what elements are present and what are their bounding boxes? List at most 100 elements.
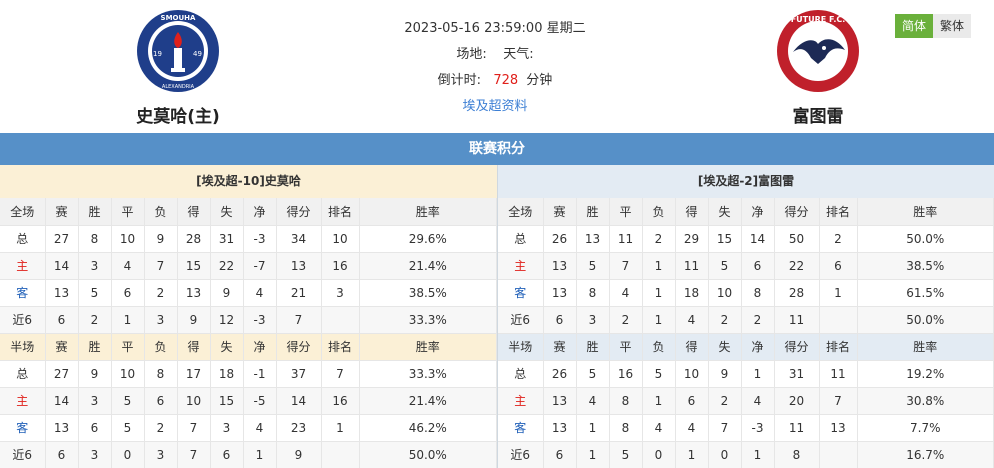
- table-row: 主 13 5 7 1 11 5 6 22 6 38.5%: [498, 252, 994, 280]
- column-header: 负: [642, 198, 676, 226]
- away-standings-panel: [埃及超-2]富图雷 全场赛胜平负得失净得分 排名 胜率总 26 13 11 2 29 15 14…: [497, 165, 994, 468]
- table-cell: 7: [144, 252, 178, 280]
- match-datetime: 2023-05-16 23:59:00 星期二: [404, 21, 586, 36]
- table-cell: 7: [177, 441, 211, 468]
- table-cell: 14: [45, 387, 79, 415]
- table-cell: 27: [45, 360, 79, 388]
- column-header: 得分: [774, 333, 820, 361]
- table-cell: 2: [144, 414, 178, 442]
- table-row: 近6 6 3 2 1 4 2 2 11 50.0%: [498, 306, 994, 334]
- table-cell: 1: [243, 441, 277, 468]
- logo-text-bottom: ALEXANDRIA: [162, 84, 195, 90]
- table-cell: 11: [774, 306, 820, 334]
- column-header: 得: [177, 198, 211, 226]
- table-cell: 16: [609, 360, 643, 388]
- table-cell: 7.7%: [857, 414, 994, 442]
- table-cell: 5: [609, 441, 643, 468]
- table-cell: 7: [819, 387, 858, 415]
- table-cell: 10: [321, 225, 360, 253]
- column-header: 全场: [0, 198, 46, 226]
- away-standings-team-bar: [埃及超-2]富图雷: [498, 165, 994, 198]
- table-cell: 1: [642, 306, 676, 334]
- column-header: 胜率: [359, 333, 497, 361]
- column-header: 胜: [78, 198, 112, 226]
- table-cell: 29.6%: [359, 225, 497, 253]
- column-header: 赛: [45, 333, 79, 361]
- away-team-name[interactable]: 富图雷: [738, 102, 898, 127]
- home-standings-table: 全场赛胜平负得失净得分 排名 胜率总 27 8 10 9 28 31 -3 34 10 29.6% 主 14…: [0, 198, 497, 468]
- table-cell: 13: [576, 225, 610, 253]
- column-header: 半场: [498, 333, 544, 361]
- table-cell: 3: [144, 441, 178, 468]
- column-header: 平: [111, 198, 145, 226]
- countdown-value: 728: [493, 73, 519, 88]
- table-cell: 3: [78, 252, 112, 280]
- table-cell: 18: [210, 360, 244, 388]
- table-cell: 13: [543, 414, 577, 442]
- table-cell: 10: [708, 279, 742, 307]
- table-header-row: 全场赛胜平负得失净得分 排名 胜率: [498, 198, 994, 226]
- table-cell: 4: [609, 279, 643, 307]
- table-cell: 6: [543, 306, 577, 334]
- lang-simplified-button[interactable]: 简体: [895, 14, 933, 38]
- row-label: 近6: [0, 441, 46, 468]
- table-cell: 11: [774, 414, 820, 442]
- table-cell: 14: [741, 225, 775, 253]
- table-row: 近6 6 3 0 3 7 6 1 9 50.0%: [0, 441, 497, 468]
- column-header: 失: [210, 333, 244, 361]
- table-cell: 6: [675, 387, 709, 415]
- away-team: FUTURE F.C. 富图雷: [738, 8, 898, 127]
- table-cell: 15: [708, 225, 742, 253]
- column-header: 排名: [321, 333, 360, 361]
- league-info-link[interactable]: 埃及超资料: [462, 99, 527, 114]
- table-row: 总 27 8 10 9 28 31 -3 34 10 29.6%: [0, 225, 497, 253]
- table-cell: 6: [45, 441, 79, 468]
- row-label: 客: [498, 279, 544, 307]
- countdown: 倒计时: 728 分钟: [370, 68, 620, 94]
- column-header: 平: [609, 198, 643, 226]
- table-row: 近6 6 2 1 3 9 12 -3 7 33.3%: [0, 306, 497, 334]
- table-cell: 15: [210, 387, 244, 415]
- row-label: 总: [0, 360, 46, 388]
- table-cell: 6: [543, 441, 577, 468]
- row-label: 总: [0, 225, 46, 253]
- table-cell: 33.3%: [359, 306, 497, 334]
- column-header: 得: [675, 333, 709, 361]
- table-cell: 2: [642, 225, 676, 253]
- row-label: 主: [498, 387, 544, 415]
- column-header: 失: [210, 198, 244, 226]
- table-row: 客 13 6 5 2 7 3 4 23 1 46.2%: [0, 414, 497, 442]
- table-cell: 26: [543, 225, 577, 253]
- table-cell: 20: [774, 387, 820, 415]
- countdown-label: 倒计时:: [437, 73, 482, 88]
- table-cell: 7: [609, 252, 643, 280]
- table-cell: 13: [543, 279, 577, 307]
- table-row: 主 13 4 8 1 6 2 4 20 7 30.8%: [498, 387, 994, 415]
- lang-traditional-button[interactable]: 繁体: [933, 14, 971, 38]
- column-header: 全场: [498, 198, 544, 226]
- table-cell: 6: [741, 252, 775, 280]
- column-header: 排名: [819, 333, 858, 361]
- table-row: 总 26 13 11 2 29 15 14 50 2 50.0%: [498, 225, 994, 253]
- home-team-logo: 19 49 SMOUHA ALEXANDRIA: [137, 10, 219, 92]
- column-header: 平: [111, 333, 145, 361]
- table-cell: 13: [177, 279, 211, 307]
- column-header: 净: [243, 333, 277, 361]
- table-cell: 7: [177, 414, 211, 442]
- column-header: 净: [741, 333, 775, 361]
- table-cell: 38.5%: [359, 279, 497, 307]
- table-cell: 2: [819, 225, 858, 253]
- home-team-name[interactable]: 史莫哈(主): [98, 102, 258, 127]
- column-header: 失: [708, 333, 742, 361]
- table-cell: [819, 306, 858, 334]
- table-cell: 7: [708, 414, 742, 442]
- column-header: 赛: [543, 333, 577, 361]
- table-cell: 9: [210, 279, 244, 307]
- table-cell: -3: [243, 306, 277, 334]
- table-cell: 3: [210, 414, 244, 442]
- match-header: 19 49 SMOUHA ALEXANDRIA 史莫哈(主) 2023-05-1…: [0, 0, 994, 133]
- column-header: 胜率: [857, 198, 994, 226]
- table-row: 总 27 9 10 8 17 18 -1 37 7 33.3%: [0, 360, 497, 388]
- home-standings-team-bar: [埃及超-10]史莫哈: [0, 165, 497, 198]
- column-header: 净: [741, 198, 775, 226]
